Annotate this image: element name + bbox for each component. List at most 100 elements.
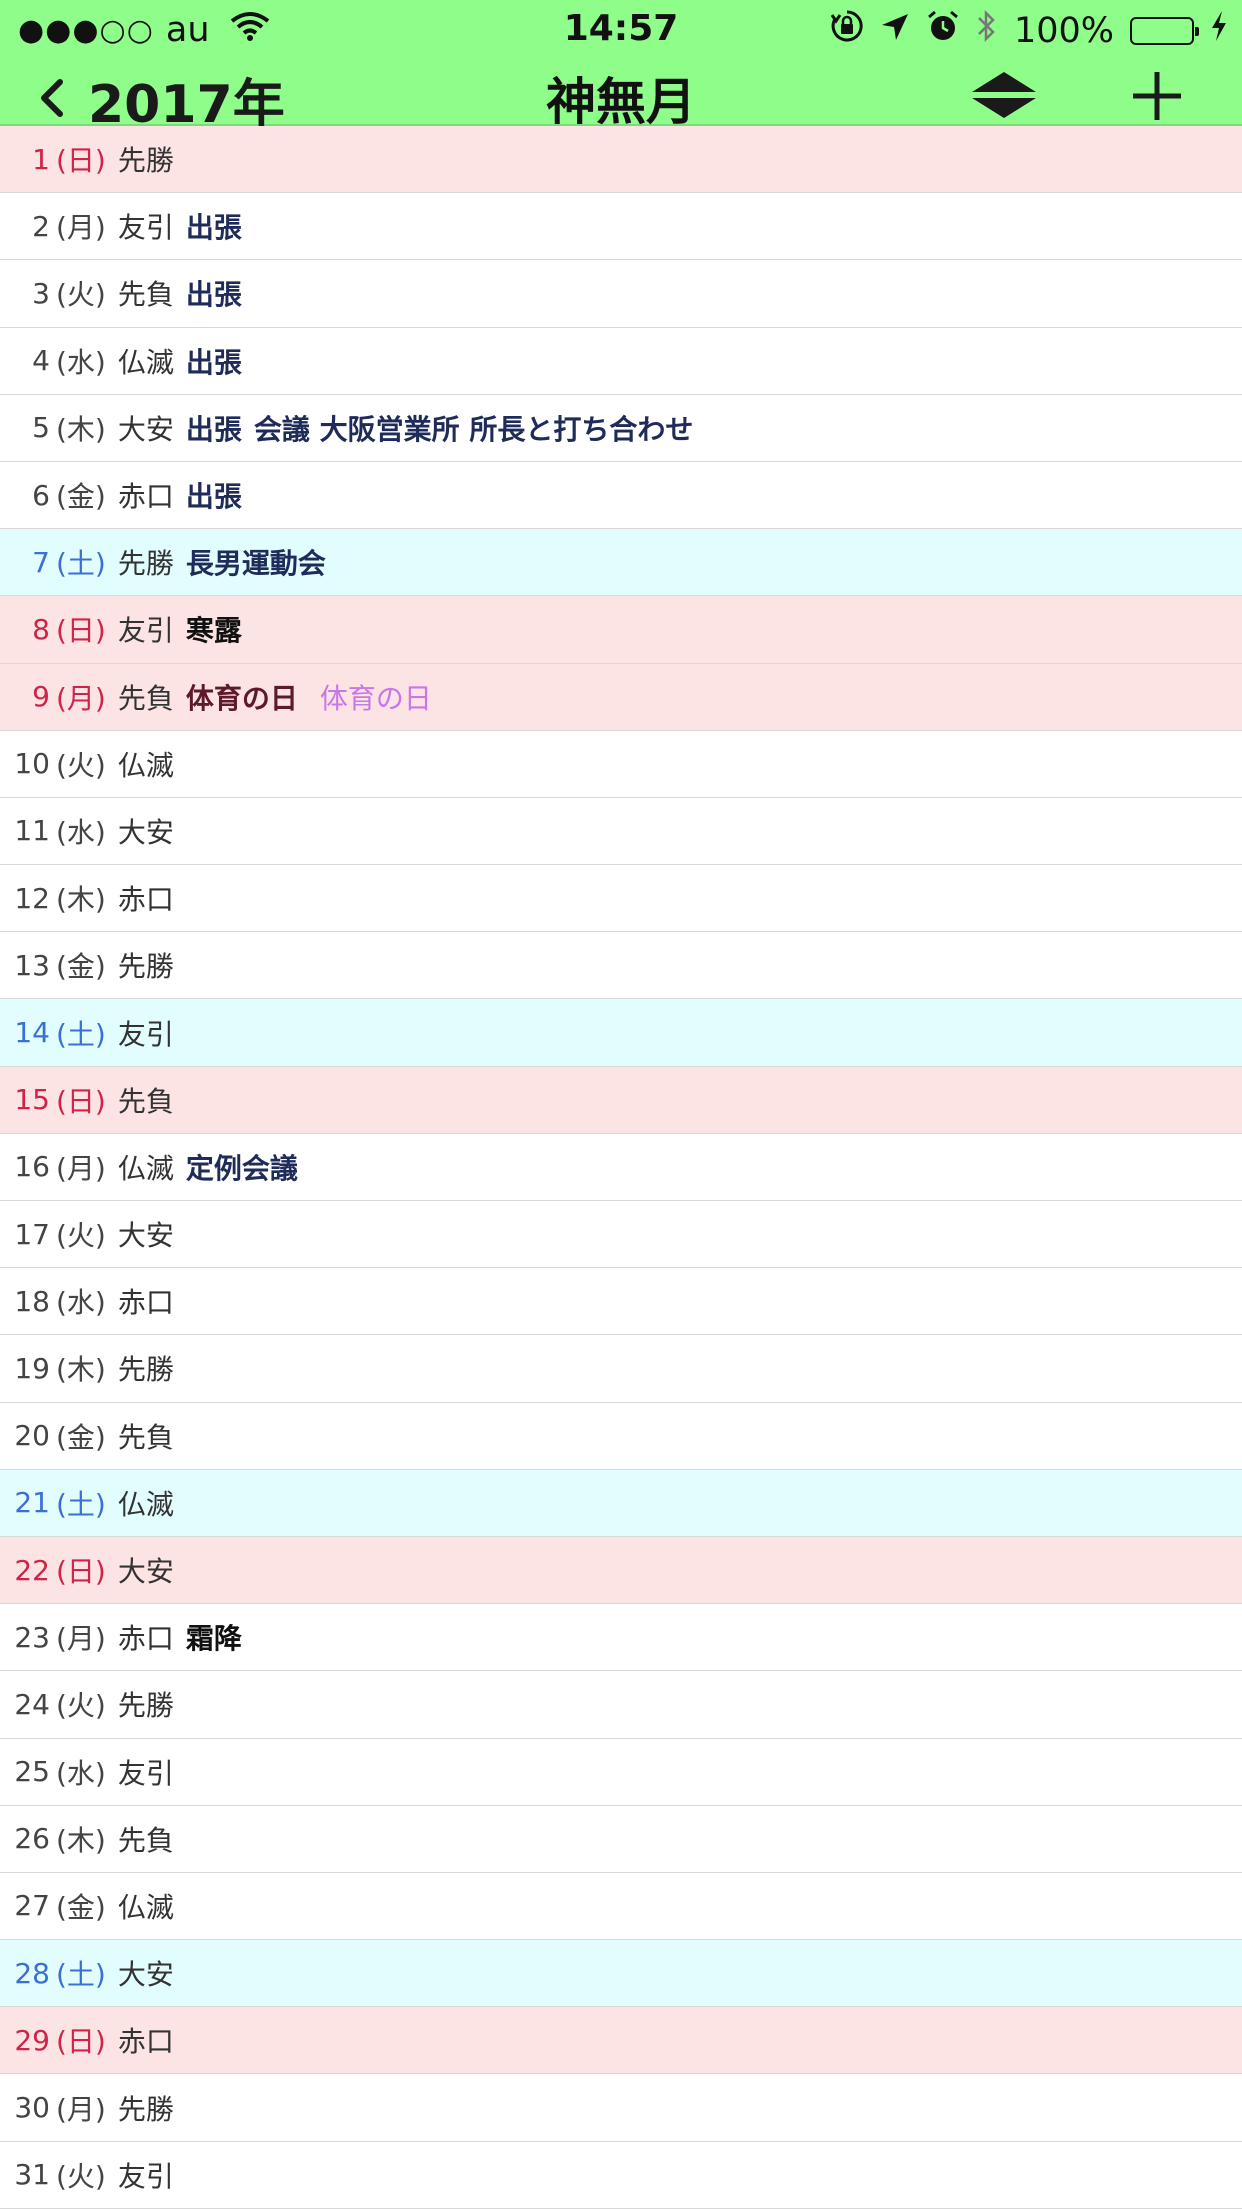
day-row[interactable]: 30 (月) 先勝 [0, 2074, 1242, 2142]
day-row[interactable]: 5 (木) 大安 出張 会議 大阪営業所 所長と打ち合わせ [0, 395, 1242, 462]
weekday-label: (日) [56, 2025, 106, 2059]
rokuyo-label: 赤口 [117, 1622, 174, 1656]
day-number: 5 [32, 411, 50, 445]
orientation-lock-icon [830, 9, 864, 52]
location-icon [880, 11, 910, 51]
weekday-label: (火) [56, 1219, 106, 1253]
event-label: 出張 [185, 480, 242, 514]
day-row[interactable]: 10 (火) 仏滅 [0, 731, 1242, 798]
day-row[interactable]: 13 (金) 先勝 [0, 932, 1242, 1000]
day-row[interactable]: 24 (火) 先勝 [0, 1671, 1242, 1739]
weekday-label: (木) [56, 412, 106, 446]
alarm-icon [926, 9, 960, 52]
weekday-label: (水) [56, 1756, 106, 1790]
day-row[interactable]: 22 (日) 大安 [0, 1536, 1242, 1605]
day-number: 3 [32, 276, 50, 310]
event-label: 出張 [185, 412, 242, 446]
day-row[interactable]: 19 (木) 先勝 [0, 1335, 1242, 1403]
day-row[interactable]: 26 (木) 先負 [0, 1806, 1242, 1873]
plus-icon [1133, 72, 1181, 120]
day-number: 28 [14, 1956, 50, 1990]
day-number: 1 [32, 142, 50, 176]
weekday-label: (木) [56, 883, 106, 917]
day-row[interactable]: 15 (日) 先負 [0, 1066, 1242, 1134]
rokuyo-label: 友引 [117, 211, 174, 245]
weekday-label: (月) [56, 681, 106, 715]
day-row[interactable]: 17 (火) 大安 [0, 1201, 1242, 1269]
event-label: 出張 [185, 345, 242, 379]
chevron-left-icon [26, 68, 78, 132]
day-number: 17 [14, 1217, 50, 1251]
event-label: 体育の日 [319, 681, 432, 715]
weekday-label: (月) [56, 1151, 106, 1185]
day-row[interactable]: 27 (金) 仏滅 [0, 1873, 1242, 1941]
day-row[interactable]: 28 (土) 大安 [0, 1940, 1242, 2008]
day-row[interactable]: 20 (金) 先負 [0, 1403, 1242, 1470]
rokuyo-label: 仏滅 [117, 748, 174, 782]
rokuyo-label: 先勝 [117, 1689, 174, 1723]
day-number: 22 [14, 1553, 50, 1587]
day-number: 18 [14, 1284, 50, 1318]
day-row[interactable]: 2 (月) 友引 出張 [0, 193, 1242, 261]
event-label: 出張 [185, 211, 242, 245]
weekday-label: (火) [56, 278, 106, 312]
status-right: 100% [830, 8, 1228, 53]
weekday-label: (土) [56, 1487, 106, 1521]
day-number: 19 [14, 1351, 50, 1385]
day-row[interactable]: 18 (水) 赤口 [0, 1268, 1242, 1336]
battery-percent: 100% [1013, 10, 1114, 51]
weekday-label: (木) [56, 1823, 106, 1857]
day-number: 2 [32, 209, 50, 243]
day-number: 4 [32, 344, 50, 378]
day-row[interactable]: 9 (月) 先負 体育の日 体育の日 [0, 663, 1242, 731]
day-number: 29 [14, 2023, 50, 2057]
day-row[interactable]: 29 (日) 赤口 [0, 2007, 1242, 2075]
weekday-label: (水) [56, 815, 106, 849]
rokuyo-label: 大安 [117, 1958, 174, 1992]
event-label: 寒露 [185, 614, 242, 648]
rokuyo-label: 先負 [117, 278, 174, 312]
day-row[interactable]: 6 (金) 赤口 出張 [0, 462, 1242, 530]
day-number: 25 [14, 1755, 50, 1789]
weekday-label: (土) [56, 547, 106, 581]
day-row[interactable]: 23 (月) 赤口 霜降 [0, 1604, 1242, 1672]
weekday-label: (水) [56, 345, 106, 379]
expand-collapse-button[interactable] [966, 68, 1042, 122]
day-number: 21 [14, 1486, 50, 1520]
rokuyo-label: 先勝 [117, 144, 174, 178]
day-row[interactable]: 12 (木) 赤口 [0, 865, 1242, 933]
weekday-label: (月) [56, 2092, 106, 2126]
weekday-label: (金) [56, 950, 106, 984]
rokuyo-label: 先勝 [117, 547, 174, 581]
day-row[interactable]: 16 (月) 仏滅 定例会議 [0, 1134, 1242, 1201]
rokuyo-label: 先負 [117, 681, 174, 715]
day-row[interactable]: 21 (土) 仏滅 [0, 1469, 1242, 1537]
day-row[interactable]: 7 (土) 先勝 長男運動会 [0, 529, 1242, 597]
rokuyo-label: 大安 [117, 1219, 174, 1253]
day-row[interactable]: 11 (水) 大安 [0, 798, 1242, 866]
day-number: 14 [14, 1016, 50, 1050]
weekday-label: (土) [56, 1017, 106, 1051]
day-row[interactable]: 1 (日) 先勝 [0, 126, 1242, 194]
rokuyo-label: 赤口 [117, 883, 174, 917]
day-row[interactable]: 4 (水) 仏滅 出張 [0, 328, 1242, 395]
day-row[interactable]: 8 (日) 友引 寒露 [0, 596, 1242, 664]
rokuyo-label: 大安 [117, 815, 174, 849]
add-event-button[interactable] [1126, 66, 1188, 126]
day-number: 8 [32, 612, 50, 646]
weekday-label: (木) [56, 1353, 106, 1387]
day-row[interactable]: 3 (火) 先負 出張 [0, 260, 1242, 328]
weekday-label: (日) [56, 144, 106, 178]
event-label: 体育の日 [185, 681, 298, 715]
event-label: 定例会議 [185, 1151, 298, 1185]
sort-arrows-icon [972, 72, 1036, 118]
header: ●●●○○ au 14:57 100% 2017年 神無月 [0, 0, 1242, 135]
rokuyo-label: 先負 [117, 1084, 174, 1118]
day-row[interactable]: 25 (水) 友引 [0, 1739, 1242, 1806]
rokuyo-label: 友引 [117, 2159, 174, 2193]
event-label: 出張 [185, 278, 242, 312]
day-number: 23 [14, 1620, 50, 1654]
day-number: 12 [14, 881, 50, 915]
day-row[interactable]: 14 (土) 友引 [0, 999, 1242, 1067]
day-row[interactable]: 31 (火) 友引 [0, 2142, 1242, 2209]
